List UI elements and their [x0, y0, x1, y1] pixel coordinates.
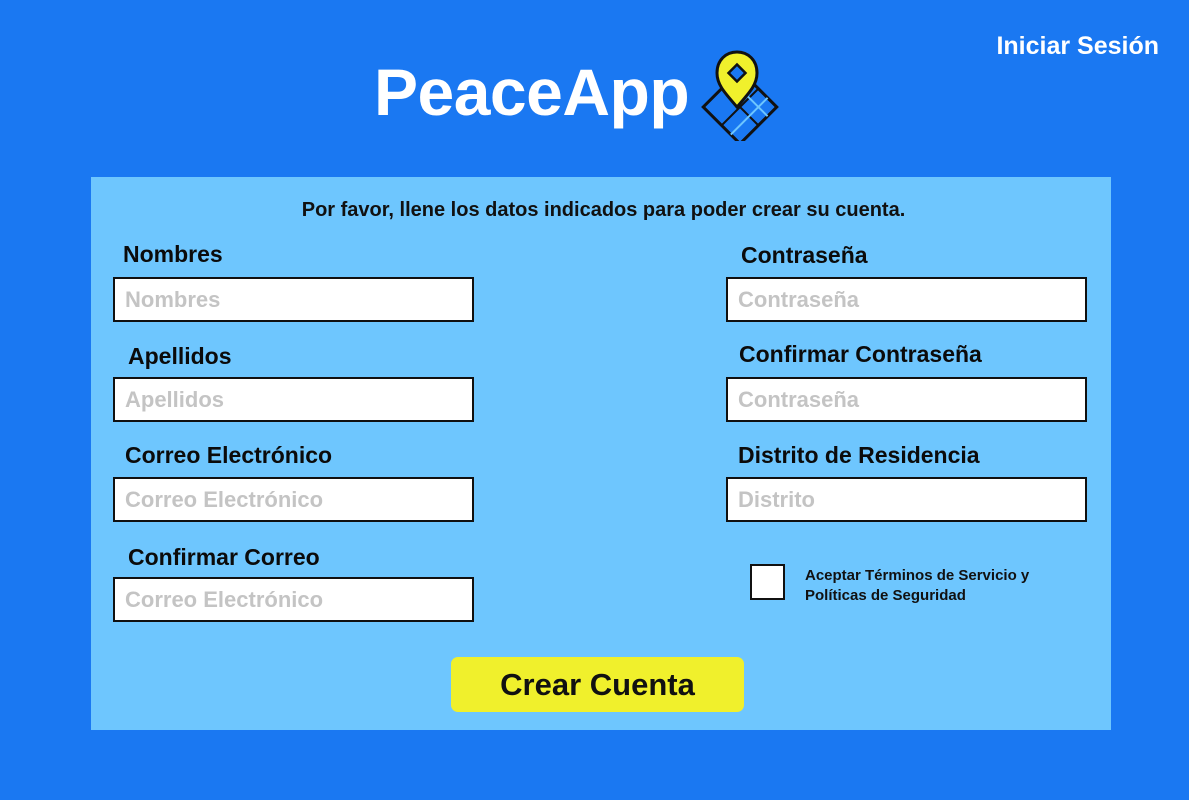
terms-label: Aceptar Términos de Servicio y Políticas… — [805, 566, 1085, 606]
terms-checkbox[interactable] — [750, 564, 785, 600]
confirm-password-input[interactable] — [726, 377, 1087, 422]
confirm-email-input[interactable] — [113, 577, 474, 622]
terms-label-line-2: Políticas de Seguridad — [805, 587, 966, 604]
brand: PeaceApp — [374, 44, 785, 141]
brand-name: PeaceApp — [374, 55, 690, 129]
login-link[interactable]: Iniciar Sesión — [996, 32, 1159, 61]
names-label: Nombres — [123, 241, 223, 267]
form-intro: Por favor, llene los datos indicados par… — [301, 199, 906, 221]
district-label: Distrito de Residencia — [738, 442, 980, 468]
password-label: Contraseña — [741, 242, 868, 268]
terms-label-line-1: Aceptar Términos de Servicio y — [805, 567, 1030, 584]
signup-form-panel: Por favor, llene los datos indicados par… — [91, 177, 1111, 730]
email-input[interactable] — [113, 477, 474, 522]
surnames-label: Apellidos — [128, 343, 232, 369]
map-pin-icon — [701, 50, 780, 141]
surnames-input[interactable] — [113, 377, 474, 422]
password-input[interactable] — [726, 277, 1087, 322]
confirm-password-label: Confirmar Contraseña — [739, 341, 982, 367]
create-account-button[interactable]: Crear Cuenta — [451, 657, 744, 712]
email-label: Correo Electrónico — [125, 442, 333, 468]
names-input[interactable] — [113, 277, 474, 322]
district-input[interactable] — [726, 477, 1087, 522]
confirm-email-label: Confirmar Correo — [128, 544, 320, 570]
